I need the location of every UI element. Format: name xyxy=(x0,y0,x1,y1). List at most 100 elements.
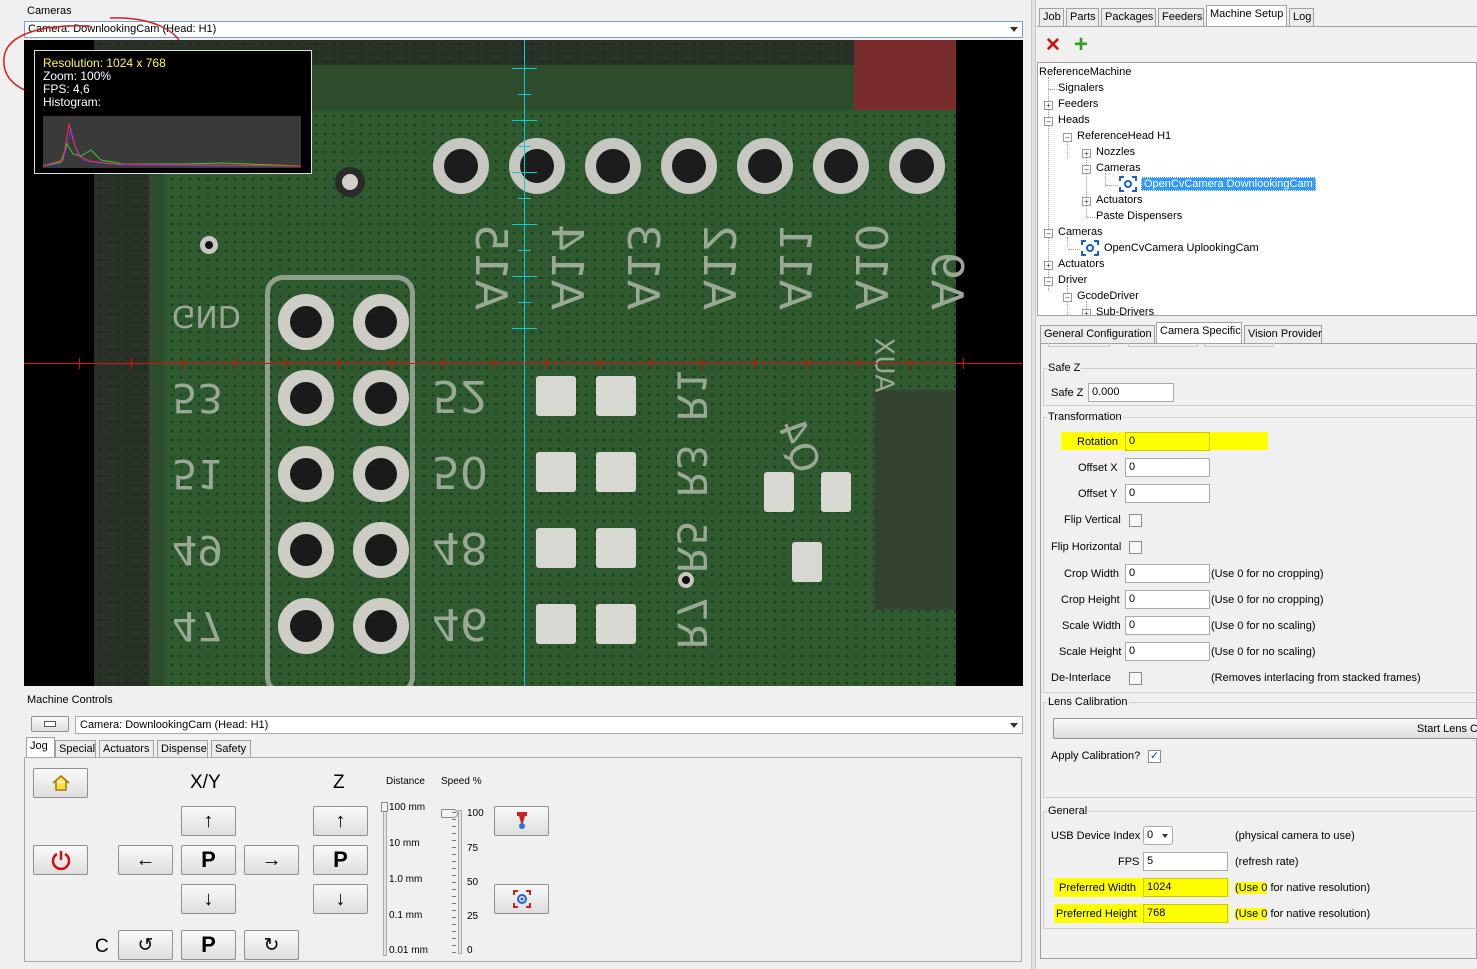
tab-parts[interactable]: Parts xyxy=(1066,8,1099,26)
rotate-cw-button[interactable]: ↻ xyxy=(244,930,299,960)
collapse-icon[interactable]: – xyxy=(1063,293,1072,302)
deinterlace-checkbox[interactable] xyxy=(1129,672,1142,685)
arrow-right-icon: → xyxy=(261,848,282,871)
tab-special[interactable]: Special xyxy=(55,740,96,758)
camera-target-icon xyxy=(512,890,531,908)
expand-icon[interactable]: + xyxy=(1082,309,1091,315)
safe-z-input[interactable]: 0.000 xyxy=(1088,383,1174,402)
scale-height-input[interactable]: 0 xyxy=(1125,642,1210,661)
camera-position-button[interactable] xyxy=(494,884,549,914)
add-icon[interactable]: + xyxy=(1074,31,1088,59)
expand-icon[interactable]: + xyxy=(1082,149,1091,158)
crop-height-input[interactable]: 0 xyxy=(1125,590,1210,609)
expand-icon[interactable]: + xyxy=(1044,101,1053,110)
tab-actuators[interactable]: Actuators xyxy=(99,740,154,758)
transformation-group-title: Transformation xyxy=(1047,411,1123,423)
start-lens-calibration-button[interactable]: Start Lens C xyxy=(1053,718,1477,739)
deinterlace-hint: (Removes interlacing from stacked frames… xyxy=(1211,672,1421,684)
delete-icon[interactable]: ✕ xyxy=(1045,34,1061,57)
collapse-button[interactable] xyxy=(31,716,69,732)
speed-slider-tick xyxy=(452,868,456,869)
tab-camera-specific[interactable]: Camera Specific xyxy=(1156,322,1242,343)
pcb-silkscreen-label: 47 xyxy=(172,602,223,648)
speed-slider-thumb[interactable] xyxy=(441,809,458,818)
collapse-icon[interactable]: – xyxy=(1044,277,1053,286)
tab-safety[interactable]: Safety xyxy=(211,740,251,758)
jog-y-plus-button[interactable]: ↑ xyxy=(181,806,236,836)
fps-hint: (refresh rate) xyxy=(1235,856,1299,868)
tab-machine-setup[interactable]: Machine Setup xyxy=(1206,5,1287,26)
tree-item-downlooking-cam[interactable]: OpenCvCamera DownlookingCam xyxy=(1141,177,1316,191)
tree-item-uplooking-cam[interactable]: OpenCvCamera UplookingCam xyxy=(1104,242,1259,254)
tab-job[interactable]: Job xyxy=(1039,8,1064,26)
tree-item-driver[interactable]: Driver xyxy=(1058,274,1087,286)
usb-device-index-select[interactable]: 0 xyxy=(1143,826,1173,845)
tree-item-reference-head-h1[interactable]: ReferenceHead H1 xyxy=(1077,130,1171,142)
park-xy-button[interactable]: P xyxy=(181,845,236,875)
panel-splitter[interactable] xyxy=(1031,0,1036,969)
tree-item-nozzles[interactable]: Nozzles xyxy=(1096,146,1135,158)
machine-tree[interactable]: ReferenceMachine Signalers + Feeders – H… xyxy=(1037,62,1477,316)
power-button[interactable] xyxy=(33,845,88,875)
pcb-silkscreen-label: A12 xyxy=(693,223,744,310)
tree-item-cameras[interactable]: Cameras xyxy=(1058,226,1103,238)
tab-jog[interactable]: Jog xyxy=(26,737,55,758)
speed-slider[interactable] xyxy=(458,810,462,954)
tree-item-feeders[interactable]: Feeders xyxy=(1058,98,1098,110)
collapse-icon[interactable]: – xyxy=(1063,133,1072,142)
park-z-button[interactable]: P xyxy=(313,845,368,875)
nozzle-pick-button[interactable] xyxy=(494,806,549,836)
collapse-icon[interactable]: – xyxy=(1044,117,1053,126)
speed-slider-tick xyxy=(452,819,456,820)
preferred-width-input[interactable]: 1024 xyxy=(1143,878,1228,897)
tree-item-actuators[interactable]: Actuators xyxy=(1058,258,1104,270)
jog-z-plus-button[interactable]: ↑ xyxy=(313,806,368,836)
jog-x-minus-button[interactable]: ← xyxy=(118,845,173,875)
scale-width-input[interactable]: 0 xyxy=(1125,616,1210,635)
apply-calibration-checkbox[interactable]: ✓ xyxy=(1148,750,1161,763)
crop-width-input[interactable]: 0 xyxy=(1125,564,1210,583)
tab-dispense[interactable]: Dispense xyxy=(157,740,208,758)
tree-item-head-actuators[interactable]: Actuators xyxy=(1096,194,1142,206)
offset-x-input[interactable]: 0 xyxy=(1125,458,1210,477)
pcb-smd-pad xyxy=(596,604,636,644)
distance-slider-thumb[interactable] xyxy=(381,802,388,812)
expand-icon[interactable]: + xyxy=(1044,261,1053,270)
rotate-ccw-button[interactable]: ↺ xyxy=(118,930,173,960)
tree-item-reference-machine[interactable]: ReferenceMachine xyxy=(1039,66,1131,78)
flip-horizontal-checkbox[interactable] xyxy=(1129,541,1142,554)
distance-slider[interactable] xyxy=(383,806,387,956)
jog-x-plus-button[interactable]: → xyxy=(244,845,299,875)
camera-view[interactable]: A15 A14 A13 A12 A11 A10 A9 GND 53 51 49 47 52 50 48 46 R… xyxy=(24,40,1023,686)
pcb-silkscreen-label: GND xyxy=(172,298,241,333)
jog-z-minus-button[interactable]: ↓ xyxy=(313,884,368,914)
tree-item-paste-dispensers[interactable]: Paste Dispensers xyxy=(1096,210,1182,222)
tree-item-heads[interactable]: Heads xyxy=(1058,114,1090,126)
tab-packages[interactable]: Packages xyxy=(1101,8,1156,26)
tree-item-gcode-driver[interactable]: GcodeDriver xyxy=(1077,290,1139,302)
pcb-silkscreen-label: AUX xyxy=(868,337,899,393)
speed-slider-tick xyxy=(452,854,456,855)
fps-input[interactable]: 5 xyxy=(1143,852,1228,871)
rotation-input[interactable]: 0 xyxy=(1125,432,1210,451)
arrow-up-icon: ↑ xyxy=(203,809,214,832)
home-button[interactable] xyxy=(33,768,88,798)
machine-controls-camera-select[interactable]: Camera: DownlookingCam (Head: H1) xyxy=(75,716,1023,734)
preferred-height-input[interactable]: 768 xyxy=(1143,904,1228,923)
tree-item-signalers[interactable]: Signalers xyxy=(1058,82,1104,94)
flip-vertical-checkbox[interactable] xyxy=(1129,514,1142,527)
tree-item-head-cameras[interactable]: Cameras xyxy=(1096,162,1141,174)
tab-vision-provider[interactable]: Vision Provider xyxy=(1244,325,1322,343)
offset-y-input[interactable]: 0 xyxy=(1125,484,1210,503)
speed-slider-tick xyxy=(452,861,456,862)
park-c-button[interactable]: P xyxy=(181,930,236,960)
tree-item-sub-drivers[interactable]: Sub-Drivers xyxy=(1096,306,1154,315)
expand-icon[interactable]: + xyxy=(1082,197,1091,206)
collapse-icon[interactable]: – xyxy=(1044,229,1053,238)
collapse-icon[interactable]: – xyxy=(1082,165,1091,174)
tab-log[interactable]: Log xyxy=(1289,8,1314,26)
tab-general-configuration[interactable]: General Configuration xyxy=(1040,325,1155,343)
pcb-silkscreen-label: 50 xyxy=(432,446,488,497)
jog-y-minus-button[interactable]: ↓ xyxy=(181,884,236,914)
tab-feeders[interactable]: Feeders xyxy=(1158,8,1204,26)
